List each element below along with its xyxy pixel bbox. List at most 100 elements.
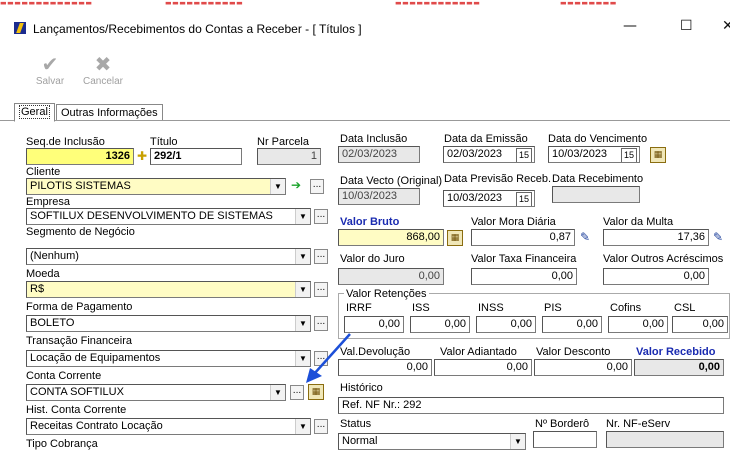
segmento-select[interactable]: (Nenhum) ▼	[26, 248, 311, 265]
irrf-label: IRRF	[346, 302, 372, 314]
calendar-icon[interactable]: 15	[516, 192, 532, 206]
edit-icon[interactable]: ✎	[713, 230, 723, 244]
segmento-lookup-button[interactable]: ...	[314, 249, 328, 264]
seq-label: Seq.de Inclusão	[26, 136, 105, 148]
hist-conta-value: Receitas Contrato Locação	[30, 420, 163, 432]
iss-label: ISS	[412, 302, 430, 314]
cliente-lookup-button[interactable]: ...	[310, 179, 324, 194]
forma-select[interactable]: BOLETO ▼	[26, 315, 311, 332]
status-label: Status	[340, 418, 372, 430]
cliente-label: Cliente	[26, 166, 61, 178]
calculator-icon[interactable]: ▦	[447, 230, 463, 246]
calculator-icon[interactable]: ▦	[308, 384, 324, 400]
bordero-input[interactable]	[533, 431, 597, 448]
csl-label: CSL	[674, 302, 696, 314]
pis-input[interactable]: 0,00	[542, 316, 602, 333]
taxa-input[interactable]: 0,00	[471, 268, 577, 285]
historico-input[interactable]: Ref. NF Nr.: 292	[338, 397, 724, 414]
recebido-label: Valor Recebido	[636, 346, 716, 358]
data-inclusao-input: 02/03/2023	[338, 146, 420, 163]
edit-icon[interactable]: ✎	[580, 230, 590, 244]
close-button[interactable]: ✕	[722, 18, 730, 34]
transacao-value: Locação de Equipamentos	[30, 352, 161, 364]
parcela-label: Nr Parcela	[257, 136, 309, 148]
data-vencimento-label: Data do Vencimento	[548, 133, 648, 145]
retencoes-label: Valor Retenções	[344, 288, 429, 300]
titulo-input[interactable]: 292/1	[150, 148, 242, 165]
transacao-select[interactable]: Locação de Equipamentos ▼	[26, 350, 311, 367]
outros-input[interactable]: 0,00	[603, 268, 709, 285]
hist-conta-lookup-button[interactable]: ...	[314, 419, 328, 434]
minimize-button[interactable]: —	[623, 18, 637, 34]
moeda-label: Moeda	[26, 268, 60, 280]
outros-label: Valor Outros Acréscimos	[603, 253, 724, 265]
moeda-value: R$	[30, 283, 45, 295]
data-vencimento-value: 10/03/2023	[552, 148, 608, 160]
go-arrow-icon[interactable]: ➔	[291, 178, 301, 192]
valor-bruto-input[interactable]: 868,00	[338, 229, 444, 246]
cancel-x-icon: ✖	[94, 54, 112, 76]
save-label: Salvar	[35, 76, 65, 87]
calendar-icon[interactable]: 15	[516, 148, 532, 162]
empresa-label: Empresa	[26, 196, 71, 208]
add-plus-icon[interactable]: ✚	[137, 149, 147, 163]
csl-input[interactable]: 0,00	[672, 316, 728, 333]
chevron-down-icon[interactable]: ▼	[270, 179, 285, 194]
chevron-down-icon[interactable]: ▼	[295, 282, 310, 297]
data-vencimento-input[interactable]: 10/03/2023 15	[548, 146, 640, 163]
calendar-icon[interactable]: 15	[621, 148, 637, 162]
app-icon	[14, 22, 26, 34]
data-previsao-label: Data Previsão Receb.	[444, 173, 551, 185]
data-emissao-input[interactable]: 02/03/2023 15	[443, 146, 535, 163]
mora-input[interactable]: 0,87	[471, 229, 575, 246]
data-previsao-value: 10/03/2023	[447, 192, 503, 204]
annotation-arrow	[306, 333, 351, 383]
cofins-input[interactable]: 0,00	[608, 316, 668, 333]
tipo-cobranca-label: Tipo Cobrança	[26, 438, 98, 450]
status-select[interactable]: Normal ▼	[338, 433, 526, 450]
cancel-button[interactable]: ✖ Cancelar	[78, 54, 128, 87]
arrow-head	[306, 368, 322, 383]
data-inclusao-label: Data Inclusão	[340, 133, 408, 145]
moeda-lookup-button[interactable]: ...	[314, 282, 328, 297]
tab-geral[interactable]: Geral	[14, 103, 55, 122]
conta-lookup-button[interactable]: ...	[290, 385, 304, 400]
inss-input[interactable]: 0,00	[476, 316, 536, 333]
conta-value: CONTA SOFTILUX	[30, 386, 124, 398]
forma-lookup-button[interactable]: ...	[314, 316, 328, 331]
tab-outras-label: Outras Informações	[61, 107, 158, 119]
adiantado-label: Valor Adiantado	[440, 346, 517, 358]
moeda-select[interactable]: R$ ▼	[26, 281, 311, 298]
seq-input[interactable]: 1326	[26, 148, 134, 165]
adiantado-input[interactable]: 0,00	[434, 359, 532, 376]
desconto-input[interactable]: 0,00	[534, 359, 632, 376]
tab-outras-informacoes[interactable]: Outras Informações	[56, 104, 163, 121]
nfe-input	[606, 431, 724, 448]
cliente-select[interactable]: PILOTIS SISTEMAS ▼	[26, 178, 286, 195]
iss-input[interactable]: 0,00	[410, 316, 470, 333]
conta-select[interactable]: CONTA SOFTILUX ▼	[26, 384, 286, 401]
cancel-label: Cancelar	[82, 76, 124, 87]
data-previsao-input[interactable]: 10/03/2023 15	[443, 190, 535, 207]
calculator-icon[interactable]: ▦	[650, 147, 666, 163]
recebido-input: 0,00	[634, 359, 724, 376]
hist-conta-label: Hist. Conta Corrente	[26, 404, 127, 416]
multa-input[interactable]: 17,36	[603, 229, 709, 246]
arrow-shaft	[313, 333, 351, 375]
data-emissao-label: Data da Emissão	[444, 133, 528, 145]
maximize-button[interactable]: ☐	[680, 18, 693, 34]
chevron-down-icon[interactable]: ▼	[295, 316, 310, 331]
empresa-lookup-button[interactable]: ...	[314, 209, 328, 224]
chevron-down-icon[interactable]: ▼	[510, 434, 525, 449]
hist-conta-select[interactable]: Receitas Contrato Locação ▼	[26, 418, 311, 435]
titulo-label: Título	[150, 136, 178, 148]
chevron-down-icon[interactable]: ▼	[295, 419, 310, 434]
chevron-down-icon[interactable]: ▼	[295, 209, 310, 224]
save-button[interactable]: ✔ Salvar	[30, 54, 70, 87]
nfe-label: Nr. NF-eServ	[606, 418, 671, 430]
chevron-down-icon[interactable]: ▼	[270, 385, 285, 400]
segmento-value: (Nenhum)	[30, 250, 79, 262]
cliente-value: PILOTIS SISTEMAS	[30, 180, 131, 192]
empresa-select[interactable]: SOFTILUX DESENVOLVIMENTO DE SISTEMAS ▼	[26, 208, 311, 225]
chevron-down-icon[interactable]: ▼	[295, 249, 310, 264]
